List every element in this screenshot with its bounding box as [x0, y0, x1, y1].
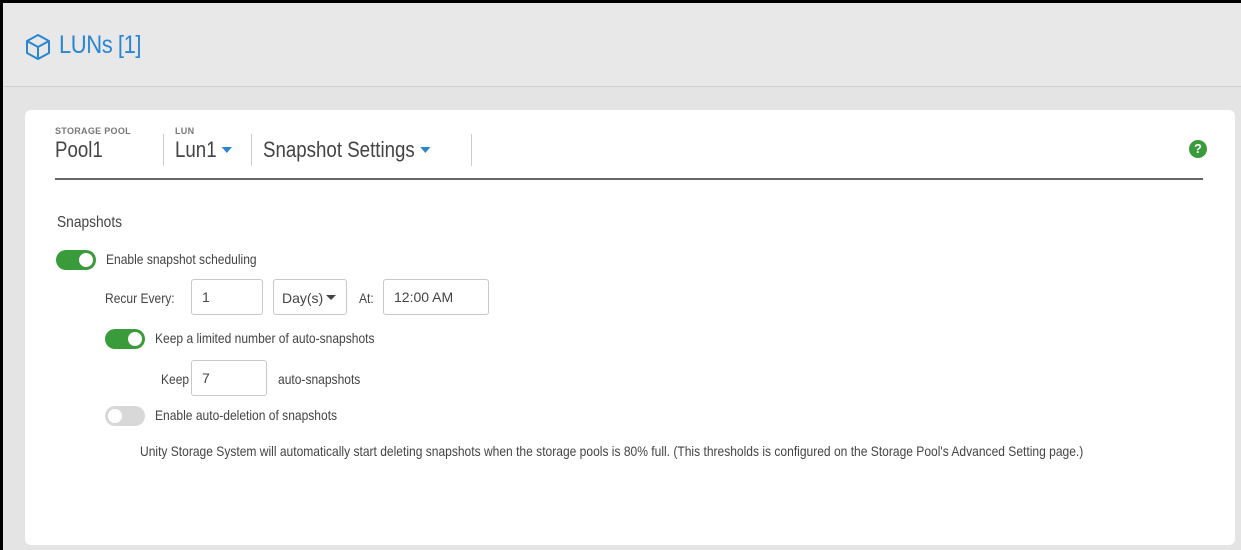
storage-pool-value: Pool1 — [55, 137, 103, 162]
at-time-input[interactable]: 12:00 AM — [383, 279, 489, 315]
toggle-knob — [79, 253, 93, 267]
toggle-knob — [128, 332, 142, 346]
keep-limited-label: Keep a limited number of auto-snapshots — [155, 330, 375, 346]
enable-scheduling-label: Enable snapshot scheduling — [106, 251, 257, 267]
enable-scheduling-toggle[interactable] — [56, 250, 96, 270]
toggle-knob — [108, 409, 122, 423]
keep-suffix-label: auto-snapshots — [278, 371, 361, 387]
chevron-down-icon — [419, 147, 431, 153]
keep-label: Keep — [161, 371, 190, 387]
chevron-down-icon — [326, 295, 336, 300]
section-title-snapshots: Snapshots — [57, 214, 123, 231]
settings-panel: STORAGE POOL Pool1 LUN Lun1 Snapshot Set… — [25, 110, 1235, 545]
breadcrumb-view-select[interactable]: Snapshot Settings — [263, 136, 460, 163]
auto-delete-toggle[interactable] — [105, 406, 145, 426]
at-label: At: — [359, 290, 374, 306]
breadcrumb-divider — [163, 134, 164, 166]
auto-delete-description: Unity Storage System will automatically … — [140, 443, 1084, 459]
auto-delete-label: Enable auto-deletion of snapshots — [155, 407, 338, 423]
view-value: Snapshot Settings — [263, 137, 415, 162]
chevron-down-icon — [221, 147, 232, 153]
cube-icon — [26, 34, 50, 60]
help-icon[interactable]: ? — [1189, 140, 1207, 158]
keep-limited-toggle[interactable] — [105, 329, 145, 349]
window-frame: LUNs [1] STORAGE POOL Pool1 LUN Lun1 Sna… — [0, 0, 1241, 550]
page-title: LUNs [1] — [59, 31, 142, 59]
lun-label: LUN — [175, 126, 195, 136]
storage-pool-label: STORAGE POOL — [55, 126, 131, 136]
breadcrumb-lun[interactable]: LUN Lun1 — [175, 126, 242, 163]
breadcrumb-divider — [471, 134, 472, 166]
breadcrumb-storage-pool[interactable]: STORAGE POOL Pool1 — [55, 126, 131, 163]
keep-count-input[interactable]: 7 — [191, 360, 267, 396]
recur-every-label: Recur Every: — [105, 290, 175, 306]
recur-every-input[interactable]: 1 — [191, 279, 263, 315]
lun-value: Lun1 — [175, 137, 217, 162]
recur-unit-value: Day(s) — [282, 290, 324, 306]
page-header: LUNs [1] — [3, 3, 1241, 87]
recur-unit-select[interactable]: Day(s) — [273, 279, 347, 315]
header-rule — [55, 178, 1203, 180]
breadcrumb-divider — [251, 134, 252, 166]
